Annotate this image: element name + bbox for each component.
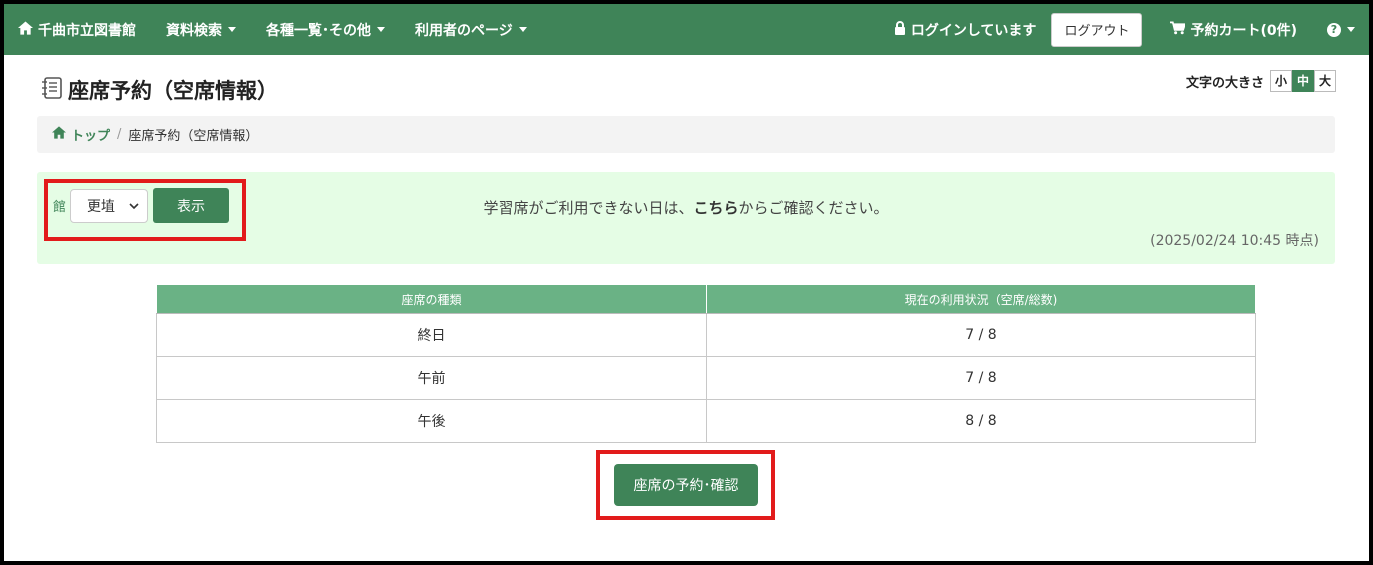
brand-link[interactable]: 千曲市立図書館 [18, 20, 136, 40]
home-icon [18, 20, 33, 39]
breadcrumb-separator: / [117, 127, 122, 142]
cart-icon [1170, 21, 1187, 39]
font-size-small-button[interactable]: 小 [1270, 70, 1292, 92]
annotation-highlight-library-form [44, 179, 246, 241]
table-row: 終日 7 / 8 [156, 313, 1256, 357]
column-header-status: 現在の利用状況（空席/総数) [706, 284, 1256, 314]
login-status-label: ログインしています [910, 22, 1037, 39]
seat-status-cell: 8 / 8 [706, 399, 1256, 443]
reservation-cart[interactable]: 予約カート(0件) [1170, 20, 1297, 40]
caret-down-icon [228, 27, 236, 32]
column-header-seat-type: 座席の種類 [156, 284, 707, 314]
caret-down-icon [1347, 27, 1355, 32]
home-icon [52, 126, 66, 143]
seat-type-cell: 午後 [156, 399, 707, 443]
font-size-medium-button[interactable]: 中 [1292, 70, 1314, 92]
breadcrumb: トップ / 座席予約（空席情報） [37, 116, 1335, 153]
breadcrumb-home-label: トップ [71, 129, 111, 144]
menu-search-label: 資料検索 [166, 22, 222, 39]
browser-page: 千曲市立図書館 資料検索 各種一覧･その他 利用者のページ ログインしています [4, 4, 1369, 561]
seat-status-table: 座席の種類 現在の利用状況（空席/総数) 終日 7 / 8 午前 7 / 8 午… [156, 284, 1256, 443]
page-title-text: 座席予約（空席情報） [68, 79, 278, 103]
breadcrumb-current: 座席予約（空席情報） [128, 129, 259, 144]
cart-label: 予約カート(0件) [1190, 22, 1297, 39]
notebook-icon [40, 76, 64, 104]
notice-link[interactable]: こちら [693, 199, 738, 217]
logout-button[interactable]: ログアウト [1051, 12, 1143, 47]
menu-user-page-label: 利用者のページ [415, 22, 513, 39]
question-icon: ? [1327, 22, 1341, 37]
font-size-switcher: 文字の大きさ 小 中 大 [1186, 70, 1336, 92]
notice-before: 学習席がご利用できない日は、 [483, 199, 694, 217]
seat-status-cell: 7 / 8 [706, 313, 1256, 357]
table-row: 午前 7 / 8 [156, 356, 1256, 400]
brand-label: 千曲市立図書館 [38, 22, 136, 39]
lock-icon [894, 20, 906, 39]
annotation-highlight-reserve-button [596, 450, 775, 520]
timestamp: (2025/02/24 10:45 時点) [1150, 233, 1319, 249]
seat-type-cell: 午前 [156, 356, 707, 400]
menu-lists-label: 各種一覧･その他 [266, 22, 371, 39]
notice-after: からご確認ください。 [738, 199, 889, 217]
nav-right: ログインしています ログアウト 予約カート(0件) ? [894, 12, 1355, 47]
nav-left: 千曲市立図書館 資料検索 各種一覧･その他 利用者のページ [18, 20, 557, 40]
menu-user-page[interactable]: 利用者のページ [415, 20, 527, 40]
help-menu[interactable]: ? [1327, 22, 1355, 37]
page-title: 座席予約（空席情報） [40, 75, 278, 105]
caret-down-icon [377, 27, 385, 32]
login-status: ログインしています [894, 20, 1037, 40]
menu-lists[interactable]: 各種一覧･その他 [266, 20, 385, 40]
breadcrumb-home[interactable]: トップ [52, 125, 110, 144]
font-size-label: 文字の大きさ [1185, 75, 1264, 91]
page-header: 座席予約（空席情報） 文字の大きさ 小 中 大 [4, 55, 1369, 115]
caret-down-icon [518, 27, 527, 32]
table-row: 午後 8 / 8 [156, 399, 1256, 443]
table-header-row: 座席の種類 現在の利用状況（空席/総数) [156, 284, 1256, 314]
top-navbar: 千曲市立図書館 資料検索 各種一覧･その他 利用者のページ ログインしています [4, 4, 1369, 55]
menu-search[interactable]: 資料検索 [166, 20, 236, 40]
font-size-large-button[interactable]: 大 [1314, 70, 1336, 92]
seat-status-cell: 7 / 8 [706, 356, 1256, 400]
seat-type-cell: 終日 [156, 313, 707, 357]
